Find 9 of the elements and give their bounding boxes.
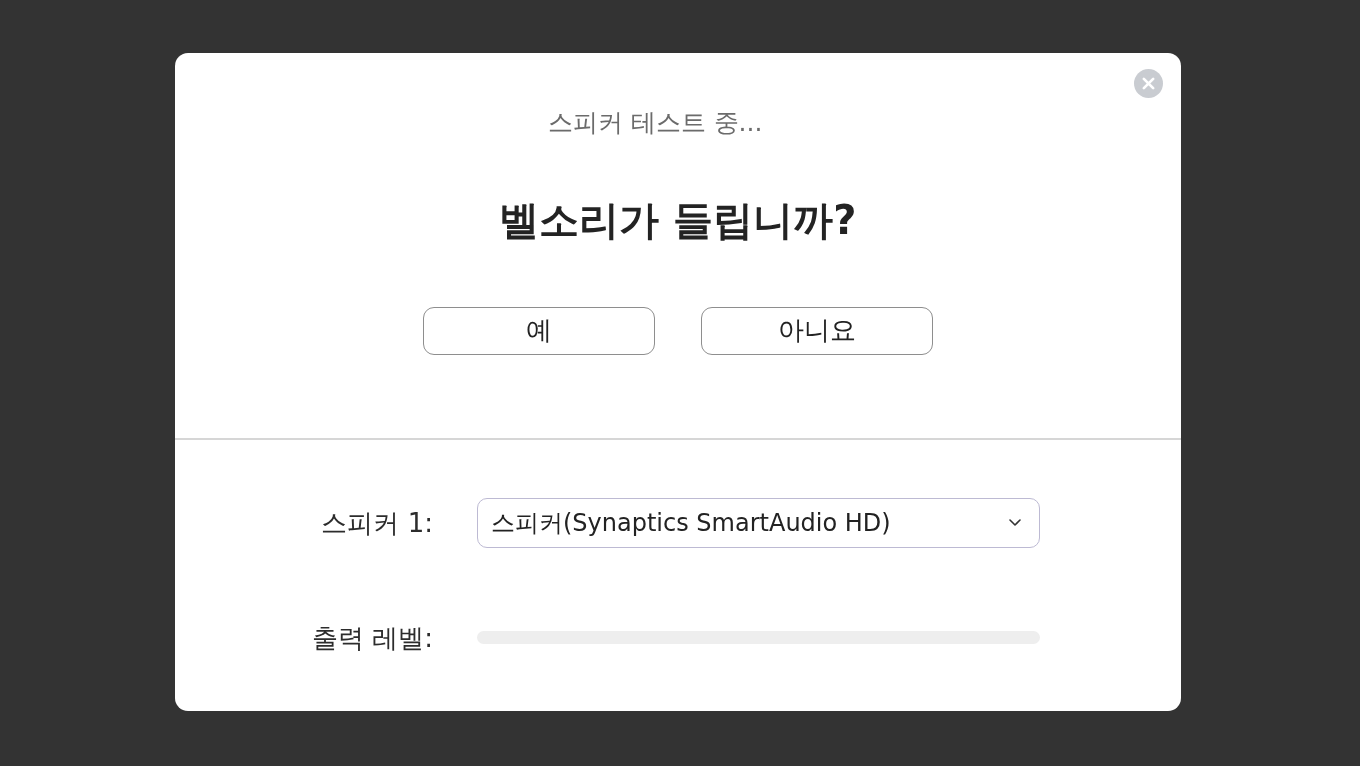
chevron-down-icon — [1009, 519, 1021, 526]
speaker-dropdown[interactable]: 스피커(Synaptics SmartAudio HD) — [477, 497, 1040, 548]
answer-button[interactable]: 예 — [423, 306, 655, 355]
answer-button[interactable]: 아니요 — [701, 306, 933, 355]
speaker-label: 스피커 1: — [321, 506, 433, 539]
output-level-label: 출력 레벨: — [311, 621, 433, 654]
close-icon[interactable] — [1134, 68, 1163, 98]
status-text: 스피커 테스트 중... — [547, 106, 763, 139]
question-text: 벨소리가 들립니까? — [499, 195, 857, 245]
